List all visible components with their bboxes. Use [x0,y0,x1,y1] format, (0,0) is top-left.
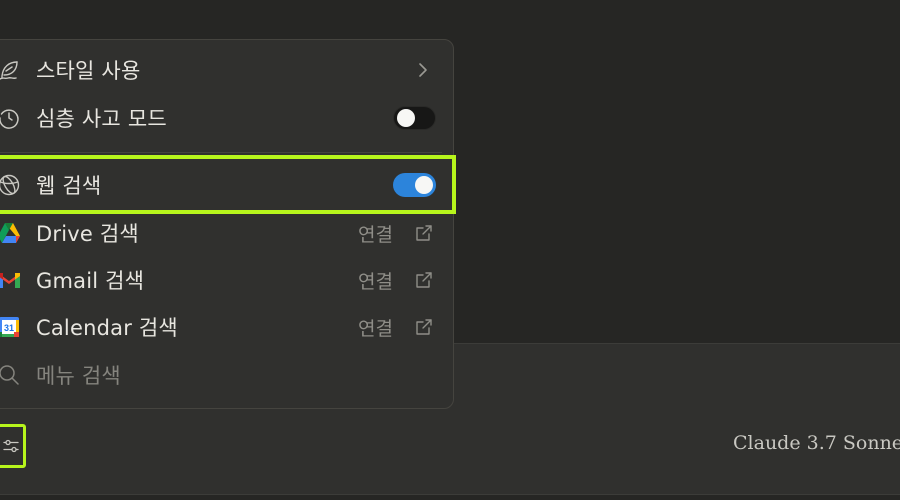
clock-icon [0,105,22,131]
menu-item-gmail-search[interactable]: Gmail 검색 연결 [0,260,900,300]
app-window: Claude 3.7 Sonnet 스타일 사용 심층 사고 모드 웹 검색 D… [0,0,900,500]
google-calendar-icon: 31 [0,314,22,340]
web-search-toggle[interactable] [393,173,436,197]
google-drive-icon [0,220,22,246]
menu-item-calendar-search[interactable]: 31 Calendar 검색 연결 [0,307,900,347]
menu-item-web-search[interactable]: 웹 검색 [0,165,900,205]
chevron-right-icon [419,63,427,77]
menu-divider [0,152,442,153]
external-link-icon[interactable] [414,317,434,337]
menu-search-input[interactable]: 메뉴 검색 [36,360,121,390]
menu-item-label: 웹 검색 [36,174,102,198]
feather-icon [0,57,22,83]
globe-icon [0,172,22,198]
menu-item-label: 스타일 사용 [36,59,141,83]
connect-label[interactable]: 연결 [358,220,393,247]
connect-label[interactable]: 연결 [358,267,393,294]
gmail-icon [0,267,22,293]
tools-button[interactable] [0,424,26,468]
toggle-knob [397,109,415,127]
menu-item-label: Drive 검색 [36,222,139,246]
menu-item-drive-search[interactable]: Drive 검색 연결 [0,213,900,253]
menu-item-label: Gmail 검색 [36,269,145,293]
toggle-knob [415,176,433,194]
search-icon [0,362,22,388]
menu-item-label: Calendar 검색 [36,316,178,340]
external-link-icon[interactable] [414,223,434,243]
menu-item-label: 심층 사고 모드 [36,107,167,131]
sliders-icon [3,439,19,453]
external-link-icon[interactable] [414,270,434,290]
menu-item-use-style[interactable]: 스타일 사용 [0,50,900,90]
extended-thinking-toggle[interactable] [393,106,436,130]
menu-item-extended-thinking[interactable]: 심층 사고 모드 [0,98,900,138]
model-selector[interactable]: Claude 3.7 Sonnet [733,432,900,454]
connect-label[interactable]: 연결 [358,314,393,341]
menu-search[interactable]: 메뉴 검색 [0,355,900,395]
calendar-day: 31 [4,323,14,333]
